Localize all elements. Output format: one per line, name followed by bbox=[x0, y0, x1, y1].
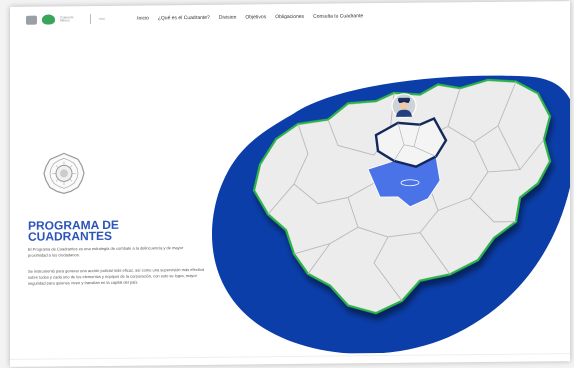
city-logo-icon bbox=[42, 14, 55, 25]
nav-item-division[interactable]: Division bbox=[219, 15, 237, 21]
intro-text: El Programa de Cuadrantes es una estrate… bbox=[28, 245, 184, 258]
main-nav: Inicio ¿Qué es el Cuadrante? Division Ob… bbox=[137, 13, 363, 21]
gov-logo-icon bbox=[26, 15, 37, 25]
description-text: Se instrumentó para generar una acción p… bbox=[28, 266, 205, 286]
nav-item-que-es[interactable]: ¿Qué es el Cuadrante? bbox=[158, 15, 210, 22]
org-name: Ciudad de México bbox=[60, 15, 74, 23]
page-title: PROGRAMA DE CUADRANTES bbox=[28, 217, 119, 244]
header-logos[interactable]: Ciudad de México SSC bbox=[26, 14, 105, 25]
cuadrantes-map bbox=[212, 75, 570, 354]
nav-item-obligaciones[interactable]: Obligaciones bbox=[275, 14, 304, 20]
police-officer-icon[interactable] bbox=[391, 93, 417, 119]
police-badge-icon bbox=[43, 152, 85, 194]
nav-item-consulta[interactable]: Consulta tu Cuadrante bbox=[313, 13, 363, 20]
footer-divider bbox=[10, 353, 570, 360]
nav-item-inicio[interactable]: Inicio bbox=[137, 15, 149, 21]
agency-name: SSC bbox=[99, 16, 106, 22]
nav-item-objetivos[interactable]: Objetivos bbox=[245, 14, 266, 20]
page: Ciudad de México SSC Inicio ¿Qué es el C… bbox=[10, 1, 570, 367]
logo-divider bbox=[90, 14, 91, 25]
